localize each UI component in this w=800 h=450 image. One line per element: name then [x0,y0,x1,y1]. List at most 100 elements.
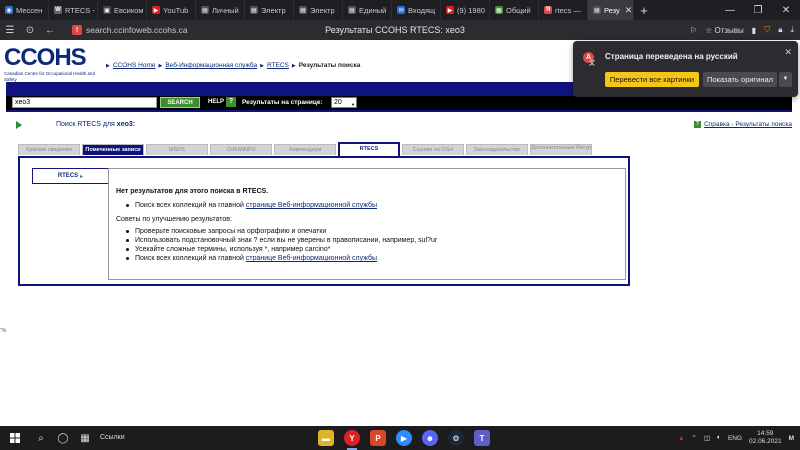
footer-link[interactable]: HSDB [430,328,448,335]
results-tab[interactable]: Помеченные записи [82,144,144,155]
volume-icon[interactable]: 🔈︎ [717,434,721,442]
download-icon[interactable]: ⤓ [790,25,794,35]
task-view-icon[interactable]: ◯ [52,426,74,450]
tab-favicon-icon: ▤ [348,6,356,14]
search-button[interactable]: SEARCH [160,97,200,108]
back-icon[interactable]: ← [40,25,60,36]
help-label[interactable]: HELP [208,99,224,105]
notifications-icon[interactable]: M [789,435,794,442]
tab-favicon-icon: ▤ [299,6,307,14]
results-tab[interactable]: MSDS [146,144,208,155]
footer-link[interactable]: CHEMpendium [340,328,386,335]
tray-app-icon[interactable]: ▲ [678,435,684,442]
results-tab[interactable]: Ссылки на OSH [402,144,464,155]
footer-link[interactable]: DSL/NDSL [392,328,425,335]
maximize-button[interactable]: ❐ [744,0,772,20]
language-indicator[interactable]: ENG [728,435,742,442]
results-per-page-select[interactable]: 20 [331,97,357,109]
help-results-link[interactable]: ? Справка - Результаты поиска [694,121,792,128]
footer-link[interactable]: RTECS [454,328,476,335]
results-for-text: Поиск RTECS для xeo3: [56,121,135,128]
tab-favicon-icon: ▣ [103,6,111,14]
browser-tab[interactable]: ▣ Евсиком [98,0,147,20]
tab-favicon-icon: ▶ [446,6,454,14]
teams-icon[interactable]: T [474,430,490,446]
breadcrumb-current: Результаты поиска [298,62,361,69]
translate-icon[interactable]: ⚐ [690,26,697,35]
browser-tab[interactable]: ▤ Единый [343,0,392,20]
chevron-down-icon[interactable]: ▼ [779,72,792,87]
system-tray: ▲ ⌃ ◫ 🔈︎ ENG 14:59 02.06.2021 M [678,426,800,450]
tab-label: Евсиком [114,5,144,15]
tab-favicon-icon: ▶ [152,6,160,14]
translate-images-button[interactable]: Перевести все картинки [605,72,699,87]
list-item: Поиск всех коллекций на главной странице… [116,254,437,263]
search-input[interactable]: xeo3 [12,97,157,108]
url-field[interactable]: ! search.ccinfoweb.ccohs.ca [72,25,188,35]
tip-text: Проверьте поисковые запросы на орфографи… [135,228,327,235]
results-tab[interactable]: Законодательство [466,144,528,155]
browser-tab[interactable]: ▤ Электр [245,0,294,20]
browser-tab[interactable]: Яrtecs — [539,0,588,20]
discord-icon[interactable]: ☻ [422,430,438,446]
help-question-icon[interactable]: ? [226,97,236,107]
footer-separator: | [450,328,453,335]
results-tab[interactable]: RTECS [338,142,400,156]
browser-tab[interactable]: W RTECS - [49,0,98,20]
close-window-button[interactable]: ✕ [772,0,800,20]
browser-tab[interactable]: ▦ Общий [490,0,539,20]
breadcrumb-web-info[interactable]: Веб-Информационная служба [165,62,257,69]
tip-web-info-link[interactable]: странице Веб-информационной службы [246,255,377,262]
results-tab[interactable]: Краткие сведения [18,144,80,155]
tip-text: Усекайте сложные термины, используя *, н… [135,246,331,253]
ccohs-logo[interactable]: CCOHS Canadian Centre for Occupational H… [4,46,100,84]
bullet-icon [126,248,129,251]
browser-tab[interactable]: ▶ (9) 1980 [441,0,490,20]
search-all-text: Поиск всех коллекций на главной [135,202,244,209]
search-icon[interactable]: ⌕ [30,426,52,450]
home-icon[interactable]: ⊙ [20,25,40,36]
widgets-icon[interactable]: ▦ [74,426,96,450]
browser-tab[interactable]: ▶ YouTub [147,0,196,20]
zoom-icon[interactable]: ▶ [396,430,412,446]
menu-icon[interactable]: ☰ [0,25,20,36]
results-area: Поиск RTECS для xeo3: ? Справка - Резуль… [6,112,792,340]
tab-favicon-icon: Я [544,6,552,14]
browser-tab[interactable]: ▤ Личный [196,0,245,20]
reviews-link[interactable]: ☆ Отзывы [705,26,744,35]
insecure-warning-icon[interactable]: ! [72,25,82,35]
lock-icon[interactable]: 🔒︎ [778,25,782,35]
steam-icon[interactable]: ⚙ [448,430,464,446]
bookmark-icon[interactable]: ▮ [752,26,756,35]
results-tab[interactable]: Химпендиум [274,144,336,155]
file-explorer-icon[interactable]: ▬ [318,430,334,446]
browser-tab[interactable]: ▤ Резу ✕ [588,0,634,20]
footer-link[interactable]: OSH Ссылки [482,328,523,335]
advanced-search-link[interactable]: Расширенный поиск [6,318,792,328]
browser-tab[interactable]: ▤ Электр [294,0,343,20]
results-tab[interactable]: Дополнительные Ресурсы [530,144,592,155]
search-all-link[interactable]: странице Веб-информационной службы [246,202,377,209]
minimize-button[interactable]: — [716,0,744,20]
windows-start-icon[interactable] [0,426,30,450]
results-header: Поиск RTECS для xeo3: ? Справка - Резуль… [6,120,792,132]
network-icon[interactable]: ◫ [704,434,710,442]
clock[interactable]: 14:59 02.06.2021 [749,430,782,446]
browser-tab[interactable]: ◉ Мессен [0,0,49,20]
powerpoint-icon[interactable]: P [370,430,386,446]
links-toolbar[interactable]: Ссылки [100,434,125,441]
footer-link[interactable]: CHEMINFO [299,328,334,335]
breadcrumb-home[interactable]: CCOHS Home [113,62,156,69]
show-hidden-icons-icon[interactable]: ⌃ [691,434,696,442]
breadcrumb-rtecs[interactable]: RTECS [267,62,289,69]
side-tab-rtecs[interactable]: RTECS ▸ [32,168,108,184]
close-tab-icon[interactable]: ✕ [625,5,633,16]
results-tab[interactable]: CHEMINFO [210,144,272,155]
yandex-browser-icon[interactable]: Y [344,430,360,446]
shield-icon[interactable]: ⛉ [764,25,770,35]
footer-link[interactable]: MSDS [275,328,294,335]
new-tab-button[interactable]: + [634,3,654,18]
close-icon[interactable]: ✕ [784,47,792,58]
show-original-button[interactable]: Показать оригинал [703,72,777,87]
browser-tab[interactable]: ✉ Входящ [392,0,441,20]
